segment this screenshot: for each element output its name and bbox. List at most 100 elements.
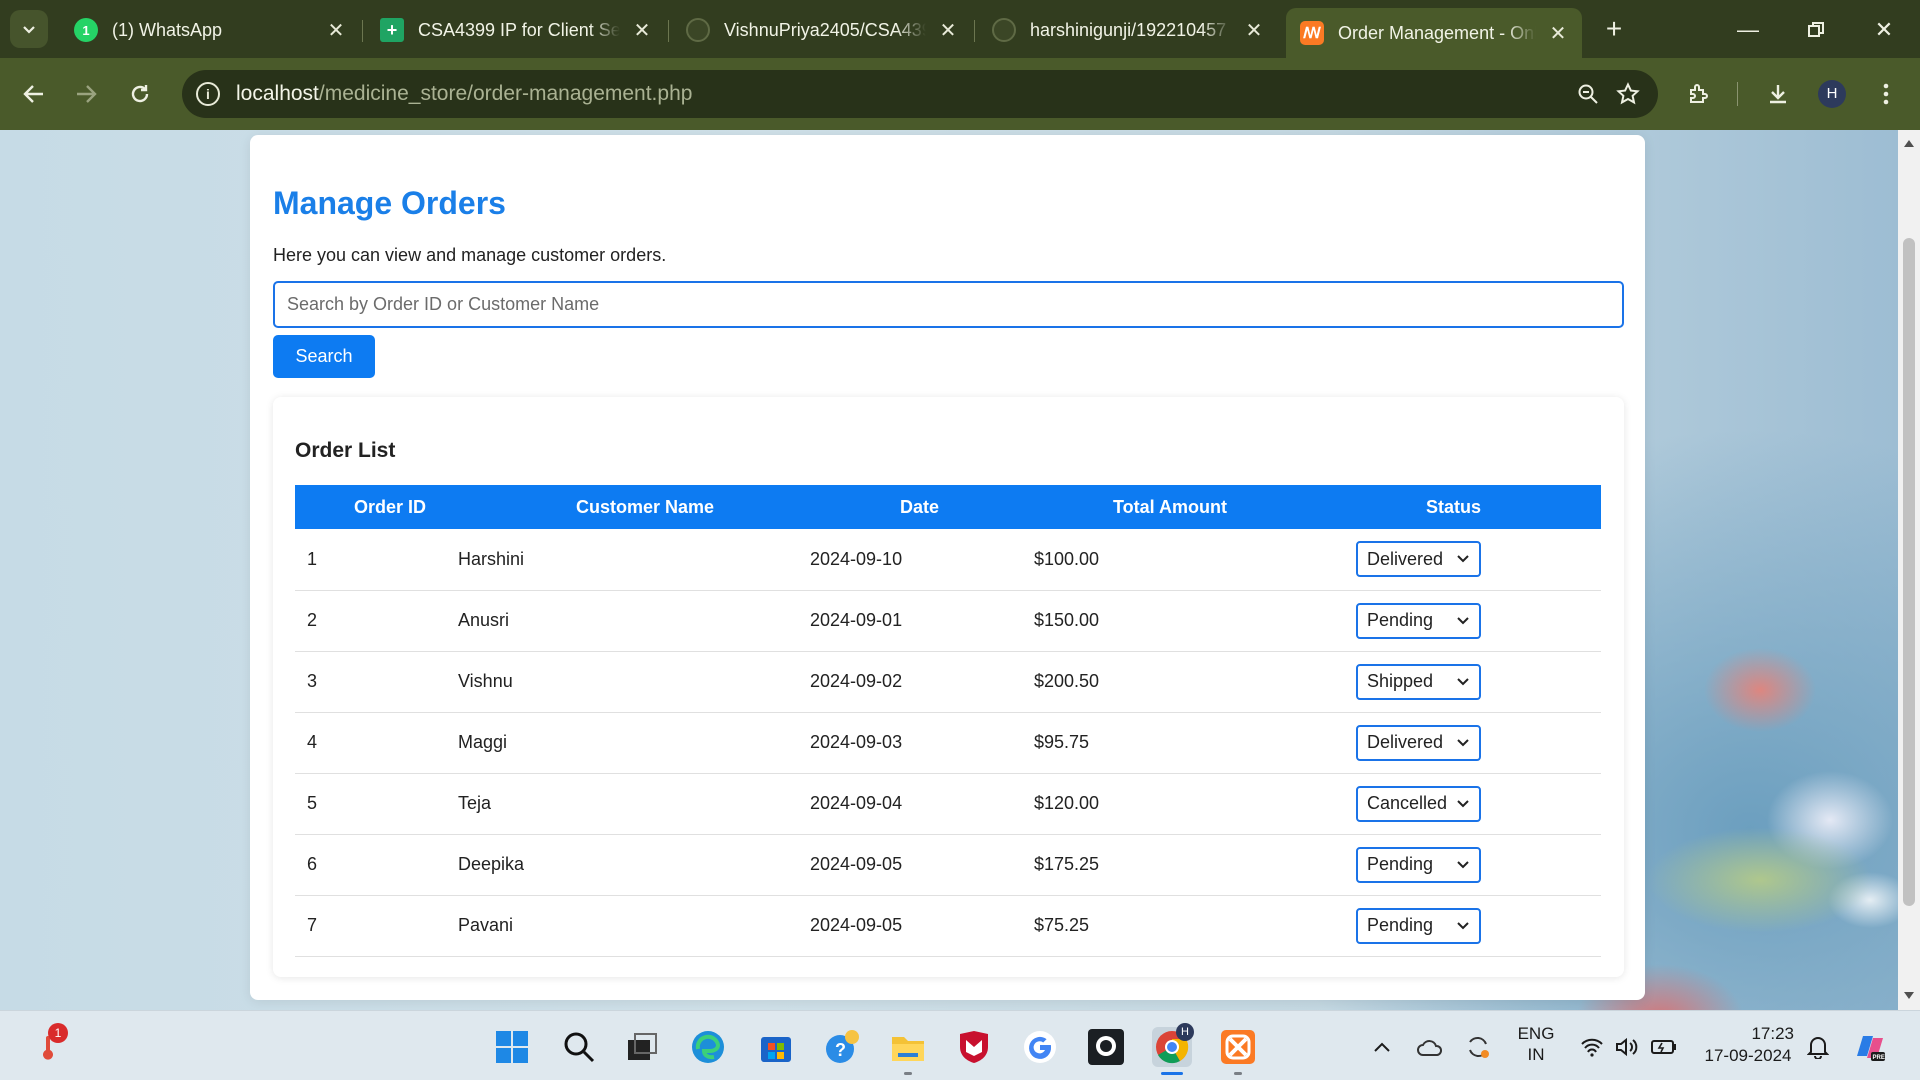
taskbar-mcafee[interactable] [954, 1027, 994, 1067]
total-amount-cell: $120.00 [1034, 773, 1306, 835]
order-id-cell: 3 [295, 651, 485, 713]
battery-tray[interactable] [1644, 1027, 1684, 1067]
clock[interactable]: 17:23 17-09-2024 [1696, 1023, 1800, 1067]
url-text[interactable]: localhost/medicine_store/order-managemen… [236, 82, 692, 106]
tab-order-management[interactable]: ꟿ Order Management - Onl ✕ [1286, 8, 1582, 58]
show-hidden-icons-button[interactable] [1362, 1027, 1402, 1067]
language-indicator[interactable]: ENG IN [1514, 1023, 1558, 1065]
minimize-button[interactable]: — [1728, 10, 1768, 50]
status-select[interactable]: Pending [1356, 846, 1481, 883]
restore-button[interactable] [1796, 10, 1836, 50]
github-icon [686, 18, 710, 42]
running-indicator [904, 1072, 912, 1075]
status-select[interactable]: Pending [1356, 602, 1481, 639]
arrow-left-icon [23, 85, 43, 103]
column-header-status[interactable]: Status [1306, 485, 1601, 529]
column-header-customer-name[interactable]: Customer Name [485, 485, 805, 529]
chevron-down-icon [1457, 555, 1469, 563]
date-cell: 2024-09-02 [810, 651, 1039, 713]
main-card: Manage Orders Here you can view and mana… [250, 135, 1651, 1000]
more-menu-icon[interactable] [1866, 74, 1906, 114]
status-cell: Pending [1356, 834, 1651, 896]
forward-button[interactable] [66, 74, 106, 114]
browser-tab-bar: 1 (1) WhatsApp ✕ + CSA4399 IP for Client… [0, 0, 1920, 58]
tab-github-harshini[interactable]: harshinigunji/192210457 ✕ [978, 8, 1278, 52]
status-cell: Cancelled [1356, 773, 1651, 835]
close-icon[interactable]: ✕ [936, 18, 960, 43]
chevron-down-icon [1457, 616, 1469, 624]
close-icon[interactable]: ✕ [1546, 21, 1570, 46]
status-select[interactable]: Delivered [1356, 724, 1481, 761]
close-icon[interactable]: ✕ [1242, 18, 1266, 43]
status-value: Pending [1367, 854, 1434, 874]
page-viewport: Manage Orders Here you can view and mana… [0, 130, 1898, 1010]
page-scrollbar[interactable] [1898, 130, 1920, 1010]
table-row: 2 Anusri 2024-09-01 $150.00 Pending [295, 590, 1651, 652]
weather-widget[interactable]: 1 [28, 1023, 68, 1067]
copilot-button[interactable]: PRE [1850, 1027, 1890, 1067]
notifications-button[interactable] [1798, 1027, 1838, 1067]
total-amount-cell: $150.00 [1034, 590, 1306, 652]
extensions-icon[interactable] [1679, 74, 1719, 114]
column-header-order-id[interactable]: Order ID [295, 485, 485, 529]
profile-avatar[interactable]: H [1818, 80, 1846, 108]
address-bar[interactable]: i localhost/medicine_store/order-managem… [182, 70, 1658, 118]
tab-title: Order Management - Onl [1338, 22, 1536, 43]
sync-tray[interactable] [1458, 1027, 1498, 1067]
tab-whatsapp[interactable]: 1 (1) WhatsApp ✕ [60, 8, 360, 52]
date-cell: 2024-09-01 [810, 590, 1039, 652]
close-window-button[interactable]: ✕ [1864, 10, 1904, 50]
status-cell: Shipped [1356, 651, 1651, 713]
new-tab-button[interactable]: + [1597, 13, 1631, 47]
site-info-icon[interactable]: i [196, 82, 220, 106]
status-cell: Delivered [1356, 712, 1651, 774]
url-host: localhost [236, 82, 319, 105]
column-header-date[interactable]: Date [805, 485, 1034, 529]
taskbar-file-explorer[interactable] [888, 1027, 928, 1075]
status-select[interactable]: Cancelled [1356, 785, 1481, 822]
taskbar-google[interactable] [1020, 1027, 1060, 1067]
downloads-icon[interactable] [1758, 74, 1798, 114]
scrollbar-thumb[interactable] [1903, 238, 1915, 906]
back-button[interactable] [14, 74, 54, 114]
taskbar-github-desktop[interactable] [1086, 1027, 1126, 1067]
search-button[interactable]: Search [273, 335, 375, 378]
search-input[interactable] [273, 281, 1624, 328]
scroll-up-arrow-icon[interactable] [1904, 140, 1914, 147]
tab-sheets[interactable]: + CSA4399 IP for Client Ser ✕ [366, 8, 666, 52]
zoom-icon[interactable] [1568, 74, 1608, 114]
scroll-down-arrow-icon[interactable] [1904, 992, 1914, 999]
github-icon [992, 18, 1016, 42]
column-header-total-amount[interactable]: Total Amount [1034, 485, 1306, 529]
start-button[interactable] [492, 1027, 532, 1067]
onedrive-tray[interactable] [1410, 1027, 1450, 1067]
customer-name-cell: Maggi [458, 712, 778, 774]
reload-button[interactable] [120, 74, 160, 114]
clock-time: 17:23 [1751, 1024, 1794, 1043]
chevron-down-icon [1457, 677, 1469, 685]
reload-icon [131, 85, 149, 103]
close-icon[interactable]: ✕ [630, 18, 654, 43]
date-cell: 2024-09-05 [810, 895, 1039, 957]
total-amount-cell: $100.00 [1034, 529, 1306, 591]
status-select[interactable]: Pending [1356, 907, 1481, 944]
taskbar-xampp[interactable] [1218, 1027, 1258, 1075]
taskbar-search[interactable] [559, 1027, 599, 1067]
bookmark-star-icon[interactable] [1608, 74, 1648, 114]
taskbar-edge[interactable] [688, 1027, 728, 1067]
close-icon[interactable]: ✕ [324, 18, 348, 43]
tab-search-button[interactable] [10, 10, 48, 48]
status-select[interactable]: Delivered [1356, 541, 1481, 578]
search-icon [564, 1032, 595, 1063]
taskbar-store[interactable] [756, 1027, 796, 1067]
task-view-button[interactable] [622, 1027, 662, 1067]
taskbar-chrome[interactable]: H [1152, 1023, 1194, 1075]
chevron-down-icon [1457, 799, 1469, 807]
volume-tray[interactable] [1606, 1027, 1646, 1067]
status-select[interactable]: Shipped [1356, 663, 1481, 700]
url-path: /medicine_store/order-management.php [318, 82, 693, 105]
taskbar-help[interactable]: ? [822, 1027, 862, 1067]
date-cell: 2024-09-03 [810, 712, 1039, 774]
status-value: Cancelled [1367, 793, 1448, 813]
tab-github-vishnupriya[interactable]: VishnuPriya2405/CSA439 ✕ [672, 8, 972, 52]
